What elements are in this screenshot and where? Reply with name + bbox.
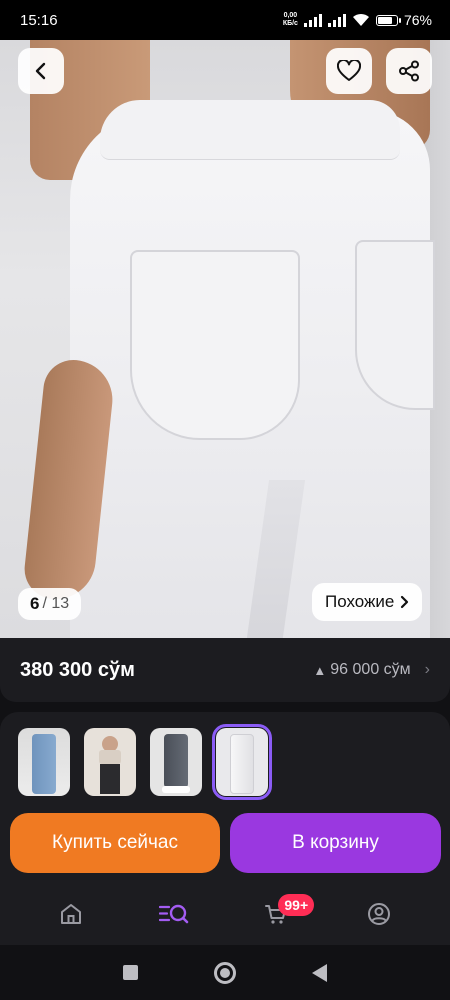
back-button[interactable] <box>18 48 64 94</box>
variant-thumb-blue[interactable] <box>18 728 70 796</box>
favorite-button[interactable] <box>326 48 372 94</box>
variant-thumb-black[interactable] <box>84 728 136 796</box>
catalog-search-icon <box>158 904 189 924</box>
heart-icon <box>337 60 361 81</box>
net-speed-unit: КБ/с <box>282 20 298 27</box>
battery-percent: 76% <box>403 12 432 28</box>
chevron-right-icon: › <box>424 661 430 678</box>
net-speed: 0,00 КБ/с <box>283 12 298 28</box>
system-navigation-bar <box>0 945 450 1000</box>
price-card[interactable]: 380 300 сўм ▲ 96 000 сўм › <box>0 638 450 702</box>
home-button[interactable] <box>214 961 236 984</box>
share-icon <box>399 60 419 82</box>
net-speed-value: 0,00 <box>283 12 298 19</box>
product-price: 380 300 сўм <box>20 658 135 681</box>
cart-badge: 99+ <box>278 894 315 916</box>
home-icon <box>61 904 82 924</box>
tab-cart[interactable]: 99+ <box>252 890 315 938</box>
variant-thumb-white[interactable] <box>212 724 272 800</box>
tab-home[interactable] <box>47 890 95 938</box>
recent-apps-button[interactable] <box>123 965 138 980</box>
buy-now-button[interactable]: Купить сейчас <box>10 813 220 873</box>
signal-icon-2 <box>327 13 346 27</box>
status-icons: 0,00 КБ/с 76% <box>283 12 432 28</box>
image-counter-current: 6 <box>30 594 40 613</box>
system-back-button[interactable] <box>312 963 327 982</box>
status-time: 15:16 <box>20 11 58 29</box>
bottom-tabbar: 99+ <box>0 888 450 940</box>
profile-icon <box>367 903 390 925</box>
variant-thumb-gray[interactable] <box>150 728 202 796</box>
share-button[interactable] <box>386 48 432 94</box>
price-delta[interactable]: ▲ 96 000 сўм › <box>313 661 430 679</box>
status-bar: 15:16 0,00 КБ/с 76% <box>0 0 450 40</box>
signal-icon <box>303 13 322 27</box>
image-counter: 6 / 13 <box>18 588 82 620</box>
image-counter-total: / 13 <box>42 595 70 612</box>
wifi-icon <box>352 13 369 26</box>
tab-catalog[interactable] <box>150 890 198 938</box>
battery-icon <box>375 14 401 26</box>
similar-label: Похожие <box>325 592 395 611</box>
similar-button[interactable]: Похожие <box>312 583 423 621</box>
add-to-cart-button[interactable]: В корзину <box>230 813 441 873</box>
triangle-up-icon: ▲ <box>313 662 327 678</box>
tab-profile[interactable] <box>355 890 403 938</box>
product-image[interactable] <box>0 40 450 640</box>
back-icon <box>35 62 46 80</box>
price-delta-value: 96 000 сўм <box>330 661 411 678</box>
variant-thumbnails <box>18 724 272 800</box>
chevron-right-icon <box>401 595 409 609</box>
